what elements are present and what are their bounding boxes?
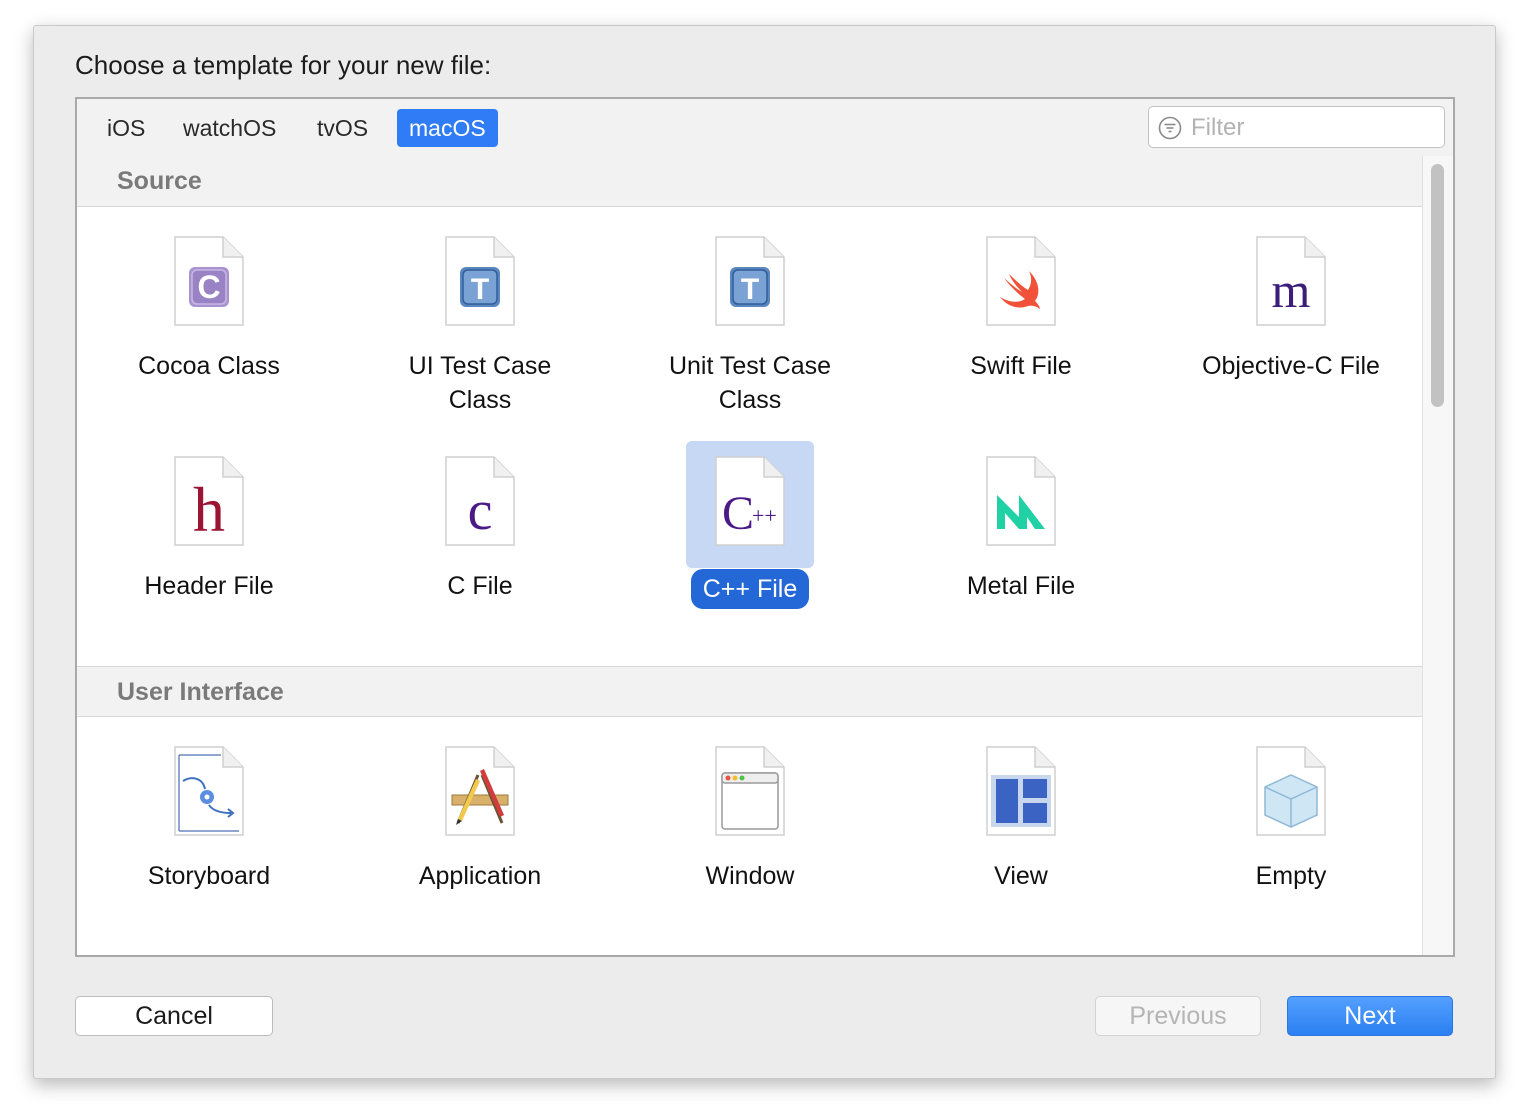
c-file-icon: c	[445, 456, 515, 546]
template-label: Swift File	[970, 352, 1072, 380]
vertical-scrollbar[interactable]	[1422, 156, 1453, 955]
objective-c-icon: m	[1256, 236, 1326, 326]
application-icon	[445, 746, 515, 836]
svg-text:C: C	[722, 487, 754, 540]
previous-button[interactable]: Previous	[1095, 996, 1261, 1036]
platform-tab-bar: iOS watchOS tvOS macOS	[77, 99, 1453, 157]
cocoa-class-icon: C	[174, 236, 244, 326]
ui-test-case-icon: T	[445, 236, 515, 326]
metal-icon	[986, 456, 1056, 546]
storyboard-icon	[174, 746, 244, 836]
tab-ios[interactable]: iOS	[95, 109, 157, 147]
scrollbar-knob[interactable]	[1431, 164, 1444, 407]
template-label: Empty	[1255, 862, 1327, 890]
svg-text:m: m	[1272, 262, 1311, 318]
template-label: Unit Test Case Class	[668, 352, 832, 414]
new-file-dialog: Choose a template for your new file: iOS…	[33, 25, 1496, 1079]
template-label: Metal File	[966, 572, 1076, 600]
filter-input[interactable]	[1189, 111, 1433, 145]
swift-icon	[986, 236, 1056, 326]
template-label: Objective-C File	[1202, 352, 1380, 380]
template-panel: iOS watchOS tvOS macOS Source	[75, 97, 1455, 957]
svg-text:++: ++	[752, 503, 777, 528]
tab-macos[interactable]: macOS	[397, 109, 498, 147]
template-label: Cocoa Class	[138, 352, 280, 380]
svg-text:T: T	[471, 273, 489, 306]
dialog-heading: Choose a template for your new file:	[75, 50, 492, 80]
template-label: UI Test Case Class	[408, 352, 552, 414]
empty-icon	[1256, 746, 1326, 836]
cpp-file-icon: C ++	[715, 456, 785, 546]
svg-text:C: C	[197, 269, 220, 305]
tab-watchos[interactable]: watchOS	[171, 109, 288, 147]
svg-text:c: c	[468, 480, 493, 542]
template-label: Application	[418, 862, 542, 890]
svg-text:T: T	[741, 273, 759, 306]
next-button[interactable]: Next	[1287, 996, 1453, 1036]
filter-field[interactable]	[1148, 106, 1445, 148]
filter-icon	[1158, 116, 1182, 140]
header-file-icon: h	[174, 456, 244, 546]
section-header-source: Source	[77, 156, 1423, 207]
view-icon	[986, 746, 1056, 836]
section-title: User Interface	[117, 678, 284, 706]
template-label: C File	[447, 572, 513, 600]
template-label: Header File	[144, 572, 274, 600]
template-label: View	[994, 862, 1048, 890]
window-icon	[715, 746, 785, 836]
svg-text:h: h	[193, 474, 225, 545]
cancel-button[interactable]: Cancel	[75, 996, 273, 1036]
template-label: Window	[705, 862, 795, 890]
template-label: C++ File	[690, 569, 810, 609]
tab-tvos[interactable]: tvOS	[305, 109, 380, 147]
section-header-user-interface: User Interface	[77, 666, 1423, 717]
template-label: Storyboard	[147, 862, 271, 890]
section-title: Source	[117, 167, 202, 195]
unit-test-case-icon: T	[715, 236, 785, 326]
